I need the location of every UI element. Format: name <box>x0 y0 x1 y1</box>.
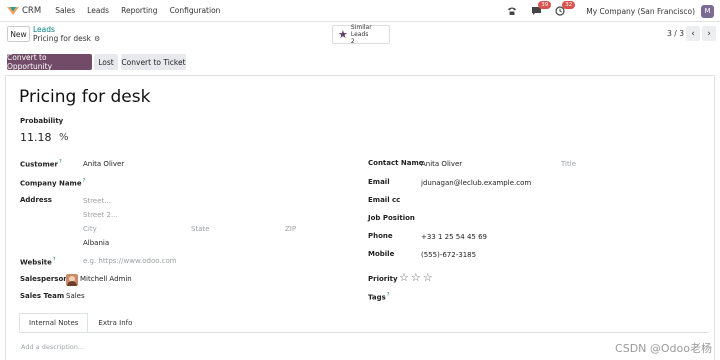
probability-unit: % <box>59 132 69 143</box>
tags-label-text: Tags <box>368 293 386 302</box>
breadcrumb-current-label: Pricing for desk <box>33 34 91 43</box>
customer-field[interactable]: Anita Oliver <box>83 160 124 168</box>
control-panel: New Leads Pricing for desk ⚙ ★ Similar L… <box>0 22 720 48</box>
convert-to-opportunity-button[interactable]: Convert to Opportunity <box>7 53 92 71</box>
breadcrumb-leads-link[interactable]: Leads <box>33 25 55 34</box>
status-bar: Convert to Opportunity Lost Convert to T… <box>0 53 720 71</box>
messages-icon[interactable]: 39 <box>530 1 552 17</box>
notebook-tabs: Internal Notes Extra Info <box>19 313 142 333</box>
similar-leads-button[interactable]: ★ Similar Leads 2 <box>332 24 390 45</box>
help-icon[interactable]: ? <box>83 178 86 184</box>
similar-leads-label: Similar Leads <box>350 24 372 38</box>
street2-input[interactable]: Street 2... <box>83 211 118 219</box>
star-icon: ★ <box>338 28 348 41</box>
email-field[interactable]: jdunagan@leclub.example.com <box>421 179 531 187</box>
top-navbar: CRM Sales Leads Reporting Configuration … <box>0 0 720 22</box>
activities-clock-icon[interactable]: 32 <box>554 1 576 17</box>
phone-label: Phone <box>368 232 393 240</box>
website-input[interactable]: e.g. https://www.odoo.com <box>83 257 177 265</box>
street-input[interactable]: Street... <box>83 197 111 205</box>
company-name-label: Company Name? <box>20 178 85 187</box>
mobile-field[interactable]: (555)-672-3185 <box>421 251 476 259</box>
new-button[interactable]: New <box>7 26 30 42</box>
app-menu-icon[interactable] <box>6 6 20 16</box>
pager-value[interactable]: 3 / 3 <box>667 29 684 38</box>
tab-extra-info[interactable]: Extra Info <box>88 313 142 333</box>
salesperson-label: Salesperson <box>20 275 69 283</box>
email-label: Email <box>368 178 390 186</box>
description-editor[interactable]: Add a description... <box>21 343 84 351</box>
probability-input[interactable]: 11.18 <box>20 131 52 144</box>
salesperson-field[interactable]: Mitchell Admin <box>80 275 132 283</box>
star-outline-icon[interactable]: ☆ <box>423 272 433 283</box>
tags-label: Tags? <box>368 292 389 301</box>
help-icon[interactable]: ? <box>53 257 56 263</box>
email-cc-label: Email cc <box>368 196 401 204</box>
customer-label: Customer? <box>20 159 62 168</box>
menu-configuration[interactable]: Configuration <box>170 6 221 15</box>
tab-divider <box>19 332 709 333</box>
mobile-label: Mobile <box>368 250 395 258</box>
similar-leads-text: Similar Leads 2 <box>351 24 389 45</box>
user-avatar[interactable]: M <box>701 4 714 18</box>
contact-name-label: Contact Name <box>368 159 424 167</box>
priority-widget: ☆ ☆ ☆ <box>399 272 435 283</box>
lost-button[interactable]: Lost <box>94 54 118 70</box>
gear-icon[interactable]: ⚙ <box>94 35 100 43</box>
company-switcher[interactable]: My Company (San Francisco) <box>586 7 695 16</box>
systray: 39 32 My Company (San Francisco) M <box>506 0 714 22</box>
salesperson-avatar <box>66 274 78 286</box>
pager-previous-icon[interactable]: ‹ <box>686 26 700 41</box>
similar-leads-count: 2 <box>350 38 355 45</box>
form-sheet: Pricing for desk Probability 11.18 % Cus… <box>5 75 715 360</box>
country-select[interactable]: Albania <box>83 239 109 247</box>
sales-team-label: Sales Team <box>20 292 65 300</box>
sales-team-field[interactable]: Sales <box>66 292 85 300</box>
priority-label: Priority <box>368 275 398 283</box>
phone-icon[interactable] <box>506 5 518 17</box>
messages-badge: 39 <box>538 1 552 9</box>
company-name-label-text: Company Name <box>20 179 82 188</box>
state-select[interactable]: State <box>191 225 210 233</box>
menu-leads[interactable]: Leads <box>87 6 109 15</box>
zip-input[interactable]: ZIP <box>285 225 296 233</box>
star-outline-icon[interactable]: ☆ <box>399 272 409 283</box>
tab-internal-notes[interactable]: Internal Notes <box>19 313 89 333</box>
pager-next-icon[interactable]: › <box>702 26 716 41</box>
phone-field[interactable]: +33 1 25 54 45 69 <box>421 233 487 241</box>
customer-label-text: Customer <box>20 160 58 169</box>
watermark: CSDN @Odoo老杨 <box>615 342 712 355</box>
website-label: Website? <box>20 257 56 266</box>
lead-title-input[interactable]: Pricing for desk <box>19 87 150 107</box>
contact-title-select[interactable]: Title <box>561 160 576 168</box>
main-menu: Sales Leads Reporting Configuration <box>55 6 232 15</box>
probability-label: Probability <box>20 117 64 125</box>
star-outline-icon[interactable]: ☆ <box>411 272 421 283</box>
website-label-text: Website <box>20 258 52 267</box>
menu-sales[interactable]: Sales <box>55 6 75 15</box>
help-icon[interactable]: ? <box>387 292 390 298</box>
help-icon[interactable]: ? <box>59 159 62 165</box>
menu-reporting[interactable]: Reporting <box>121 6 157 15</box>
convert-to-ticket-button[interactable]: Convert to Ticket <box>121 54 186 70</box>
breadcrumb-current: Pricing for desk ⚙ <box>33 34 100 43</box>
activities-badge: 32 <box>562 1 576 9</box>
job-position-label: Job Position <box>368 214 415 222</box>
city-input[interactable]: City <box>83 225 97 233</box>
contact-name-field[interactable]: Anita Oliver <box>421 160 462 168</box>
address-label: Address <box>20 196 52 204</box>
app-name[interactable]: CRM <box>22 6 41 16</box>
